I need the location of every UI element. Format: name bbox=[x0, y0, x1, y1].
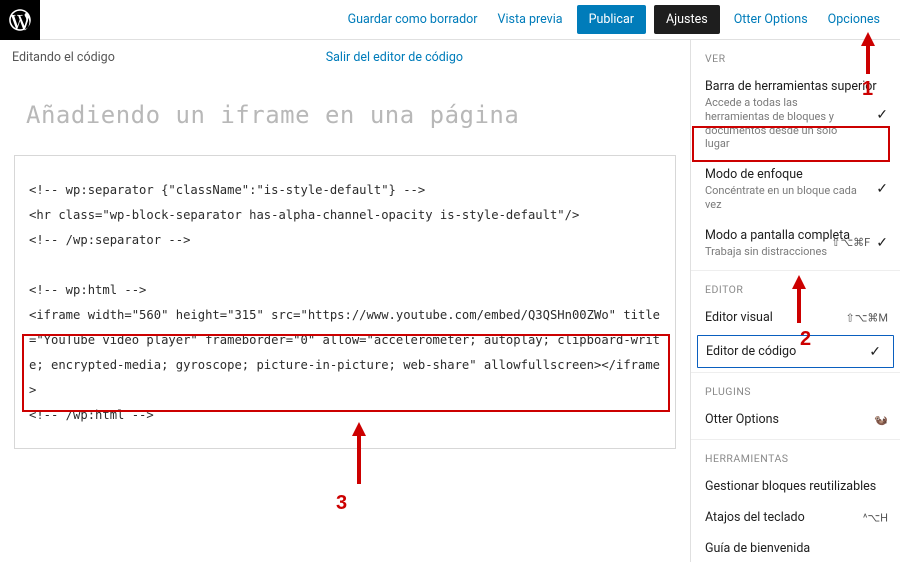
preview-link[interactable]: Vista previa bbox=[488, 4, 573, 35]
option-focus-mode-label: Modo de enfoque bbox=[705, 167, 886, 182]
shortcut-label: ^⌥H bbox=[863, 511, 888, 524]
otter-options-link[interactable]: Otter Options bbox=[724, 4, 818, 35]
editing-code-label: Editando el código bbox=[12, 50, 115, 65]
check-icon: ✓ bbox=[876, 181, 888, 197]
options-link[interactable]: Opciones bbox=[818, 4, 890, 35]
options-dropdown-panel: VER Barra de herramientas superior Acced… bbox=[690, 40, 900, 562]
check-icon: ✓ bbox=[869, 344, 881, 360]
otter-icon: 🦦 bbox=[874, 413, 888, 426]
option-top-toolbar-label: Barra de herramientas superior bbox=[705, 79, 886, 94]
settings-button[interactable]: Ajustes bbox=[654, 5, 720, 34]
option-otter[interactable]: Otter Options 🦦 bbox=[691, 404, 900, 435]
option-focus-mode[interactable]: Modo de enfoque Concéntrate en un bloque… bbox=[691, 159, 900, 220]
section-tools: HERRAMIENTAS bbox=[691, 440, 900, 471]
option-shortcuts-label: Atajos del teclado bbox=[705, 510, 805, 525]
option-visual-editor[interactable]: Editor visual ⇧⌥⌘M bbox=[691, 302, 900, 333]
option-manage-blocks-label: Gestionar bloques reutilizables bbox=[705, 479, 886, 494]
option-fullscreen[interactable]: Modo a pantalla completa Trabaja sin dis… bbox=[691, 220, 900, 267]
shortcut-label: ⇧⌥⌘M bbox=[846, 311, 889, 324]
section-view: VER bbox=[691, 40, 900, 71]
option-top-toolbar-sub: Accede a todas las herramientas de bloqu… bbox=[705, 96, 886, 151]
option-top-toolbar[interactable]: Barra de herramientas superior Accede a … bbox=[691, 71, 900, 159]
save-draft-link[interactable]: Guardar como borrador bbox=[338, 4, 488, 35]
check-icon: ✓ bbox=[876, 235, 888, 251]
option-manage-reusable-blocks[interactable]: Gestionar bloques reutilizables bbox=[691, 471, 900, 502]
option-code-label: Editor de código bbox=[706, 344, 796, 359]
section-editor: EDITOR bbox=[691, 271, 900, 302]
code-editor-textarea[interactable]: <!-- wp:separator {"className":"is-style… bbox=[14, 155, 676, 449]
post-title[interactable]: Añadiendo un iframe en una página bbox=[14, 73, 676, 155]
exit-code-editor-link[interactable]: Salir del editor de código bbox=[326, 50, 678, 65]
option-focus-mode-sub: Concéntrate en un bloque cada vez bbox=[705, 184, 886, 212]
check-icon: ✓ bbox=[876, 107, 888, 123]
wordpress-logo[interactable] bbox=[0, 0, 40, 40]
option-otter-label: Otter Options bbox=[705, 412, 779, 427]
option-keyboard-shortcuts[interactable]: Atajos del teclado ^⌥H bbox=[691, 502, 900, 533]
shortcut-label: ⇧⌥⌘F bbox=[831, 236, 870, 249]
publish-button[interactable]: Publicar bbox=[577, 5, 646, 34]
option-welcome-label: Guía de bienvenida bbox=[705, 541, 886, 556]
option-code-editor[interactable]: Editor de código ✓ bbox=[697, 335, 894, 368]
option-welcome-guide[interactable]: Guía de bienvenida bbox=[691, 533, 900, 562]
option-visual-label: Editor visual bbox=[705, 310, 773, 325]
section-plugins: PLUGINS bbox=[691, 373, 900, 404]
